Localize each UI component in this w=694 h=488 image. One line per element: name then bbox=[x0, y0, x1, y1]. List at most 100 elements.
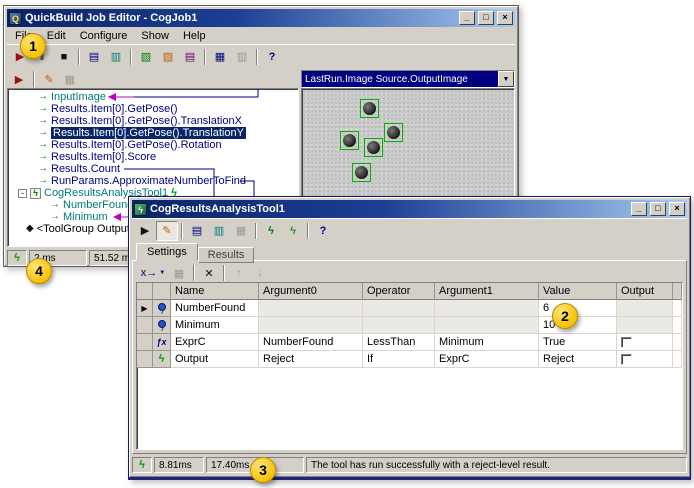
move-down-button[interactable]: ↓ bbox=[250, 265, 270, 281]
tool-title-bar[interactable]: ϟ CogResultsAnalysisTool1 _ □ × bbox=[132, 200, 687, 218]
run-once-button[interactable]: ϟ bbox=[282, 221, 304, 241]
grid-row-output[interactable]: ϟ Output Reject If ExprC Reject bbox=[137, 351, 682, 368]
expression-icon: ƒx bbox=[153, 334, 171, 351]
tool-toolbar: ▶ ✎ ▤ ▥ ▦ ϟ ϟ ? bbox=[132, 218, 687, 242]
tree-item-runparams[interactable]: → RunParams.ApproximateNumberToFind bbox=[8, 175, 298, 187]
toolbar-separator bbox=[181, 223, 183, 239]
column-header-argument0[interactable]: Argument0 bbox=[259, 283, 363, 300]
add-tool-button[interactable]: ▧ bbox=[135, 47, 157, 67]
terminal-icon: → bbox=[38, 104, 48, 114]
toolbar-separator bbox=[193, 265, 195, 281]
tree-toolbar: ▶ ✎ ▦ bbox=[7, 70, 299, 88]
run-tool-button[interactable]: ▶ bbox=[9, 71, 29, 87]
edit-tool-button[interactable]: ✎ bbox=[39, 71, 59, 87]
settings-tab-panel: x→▼ ▦ ✕ ↑ ↓ Name Argument0 Operator Argu… bbox=[132, 260, 687, 454]
output-checkbox[interactable] bbox=[621, 337, 632, 348]
tool-status-bar: ϟ 8.81ms 17.40ms The tool has run succes… bbox=[132, 456, 687, 474]
terminal-icon: → bbox=[38, 116, 48, 126]
terminal-icon: → bbox=[38, 140, 48, 150]
close-button[interactable]: × bbox=[497, 11, 513, 25]
tree-grid-button[interactable]: ▦ bbox=[60, 71, 80, 87]
stop-job-button[interactable]: ■ bbox=[53, 47, 75, 67]
save-job-button[interactable]: ▥ bbox=[105, 47, 127, 67]
collapse-icon[interactable]: - bbox=[18, 189, 27, 198]
auto-run-button[interactable]: ϟ bbox=[260, 221, 282, 241]
image-source-button[interactable]: ▤ bbox=[179, 47, 201, 67]
lightning-icon: ϟ bbox=[139, 459, 145, 471]
column-header-output[interactable]: Output bbox=[617, 283, 673, 300]
grid-row-numberfound[interactable]: ▶ NumberFound 6 bbox=[137, 300, 682, 317]
terminal-icon: → bbox=[50, 200, 60, 210]
tree-item-inputimage[interactable]: → InputImage bbox=[8, 91, 298, 103]
tree-item-translationx[interactable]: → Results.Item[0].GetPose().TranslationX bbox=[8, 115, 298, 127]
layout-button[interactable]: ▥ bbox=[231, 47, 253, 67]
column-header-value[interactable]: Value bbox=[539, 283, 617, 300]
electric-edit-button[interactable]: ✎ bbox=[156, 221, 178, 241]
output-cell bbox=[617, 334, 673, 351]
column-header-argument1[interactable]: Argument1 bbox=[435, 283, 539, 300]
tree-item-score[interactable]: → Results.Item[0].Score bbox=[8, 151, 298, 163]
pin-icon bbox=[153, 300, 171, 317]
value-cell[interactable]: 10 bbox=[539, 317, 617, 334]
tree-item-getpose[interactable]: → Results.Item[0].GetPose() bbox=[8, 103, 298, 115]
grid-view-button[interactable]: ▦ bbox=[209, 47, 231, 67]
match-result-box bbox=[352, 163, 371, 182]
run-tool-button[interactable]: ▶ bbox=[134, 221, 156, 241]
menu-configure[interactable]: Configure bbox=[73, 28, 135, 44]
terminal-icon: → bbox=[38, 128, 48, 138]
tree-item-results-count[interactable]: → Results.Count bbox=[8, 163, 298, 175]
maximize-button[interactable]: □ bbox=[650, 202, 666, 216]
save-tool-button[interactable]: ▥ bbox=[208, 221, 230, 241]
expression-grid: Name Argument0 Operator Argument1 Value … bbox=[136, 282, 683, 450]
open-tool-button[interactable]: ▤ bbox=[186, 221, 208, 241]
delete-expression-button[interactable]: ✕ bbox=[199, 265, 219, 281]
column-header-filler bbox=[673, 283, 682, 300]
run-status-segment: ϟ bbox=[7, 250, 27, 266]
image-source-combobox[interactable]: LastRun.Image Source.OutputImage ▼ bbox=[301, 70, 515, 88]
tab-results[interactable]: Results bbox=[198, 247, 255, 263]
output-checkbox[interactable] bbox=[621, 354, 632, 365]
grid-row-minimum[interactable]: Minimum 10 bbox=[137, 317, 682, 334]
close-button[interactable]: × bbox=[669, 202, 685, 216]
pin-icon bbox=[153, 317, 171, 334]
output-cell bbox=[617, 317, 673, 334]
toolbar-separator bbox=[256, 49, 258, 65]
grid-row-exprc[interactable]: ƒx ExprC NumberFound LessThan Minimum Tr… bbox=[137, 334, 682, 351]
grid-options-button[interactable]: ▦ bbox=[169, 265, 189, 281]
add-expression-dropdown[interactable]: x→▼ bbox=[138, 265, 168, 281]
status-message-segment: The tool has run successfully with a rej… bbox=[306, 457, 687, 473]
move-up-button[interactable]: ↑ bbox=[229, 265, 249, 281]
column-header-name[interactable]: Name bbox=[171, 283, 259, 300]
main-title-bar[interactable]: Q QuickBuild Job Editor - CogJob1 _ □ × bbox=[7, 9, 515, 27]
copy-tool-button[interactable]: ▦ bbox=[230, 221, 252, 241]
help-button[interactable]: ? bbox=[312, 221, 334, 241]
tab-settings[interactable]: Settings bbox=[136, 243, 198, 261]
minimize-button[interactable]: _ bbox=[631, 202, 647, 216]
help-button[interactable]: ? bbox=[261, 47, 283, 67]
tree-item-translationy-selected[interactable]: → Results.Item[0].GetPose().TranslationY bbox=[8, 127, 298, 139]
toolbar-separator bbox=[204, 49, 206, 65]
main-toolbar: ▶ ‖ ■ ▤ ▥ ▧ ▨ ▤ ▦ ▥ ? bbox=[7, 44, 515, 68]
value-cell: True bbox=[539, 334, 617, 351]
tree-item-rotation[interactable]: → Results.Item[0].GetPose().Rotation bbox=[8, 139, 298, 151]
open-job-button[interactable]: ▤ bbox=[83, 47, 105, 67]
terminal-icon: → bbox=[50, 212, 60, 222]
tool-app-icon: ϟ bbox=[134, 203, 147, 216]
toolbar-separator bbox=[255, 223, 257, 239]
toolbar-separator bbox=[223, 265, 225, 281]
selector-header bbox=[137, 283, 153, 300]
chevron-down-icon[interactable]: ▼ bbox=[498, 71, 514, 87]
value-cell[interactable]: 6 bbox=[539, 300, 617, 317]
match-result-box bbox=[364, 138, 383, 157]
screenshot-canvas: Q QuickBuild Job Editor - CogJob1 _ □ × … bbox=[0, 0, 694, 488]
column-header-operator[interactable]: Operator bbox=[363, 283, 435, 300]
callout-3: 3 bbox=[250, 457, 276, 483]
minimize-button[interactable]: _ bbox=[459, 11, 475, 25]
menu-help[interactable]: Help bbox=[176, 28, 213, 44]
match-result-box bbox=[384, 123, 403, 142]
menu-show[interactable]: Show bbox=[134, 28, 176, 44]
diamond-icon: ◆ bbox=[26, 224, 34, 234]
maximize-button[interactable]: □ bbox=[478, 11, 494, 25]
tool-time-segment: 8.81ms bbox=[154, 457, 204, 473]
tool-palette-button[interactable]: ▨ bbox=[157, 47, 179, 67]
